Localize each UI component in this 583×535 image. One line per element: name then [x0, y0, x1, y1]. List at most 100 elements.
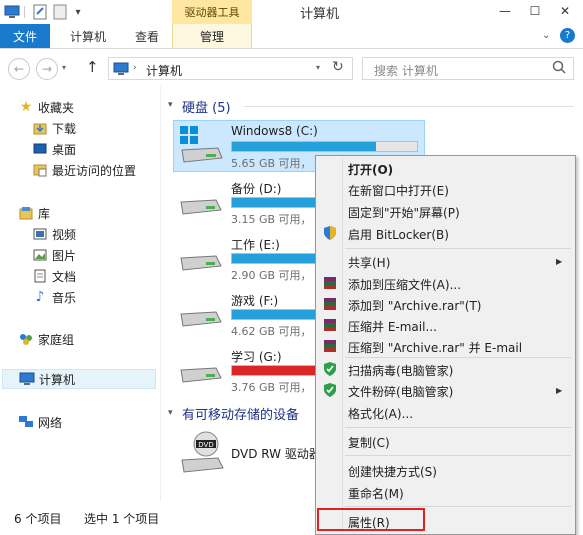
computer-small-icon [113, 62, 129, 79]
drive-g-free: 3.76 GB 可用， [231, 381, 312, 394]
svg-text:DVD: DVD [198, 441, 213, 449]
dvd-drive-icon: DVD [180, 430, 224, 477]
winrar-icon [322, 296, 338, 312]
nav-music[interactable]: ♪ 音乐 [32, 287, 76, 307]
nav-favorites[interactable]: ★ 收藏夹 [18, 97, 74, 117]
collapse-chevron-icon[interactable]: ▾ [168, 100, 173, 110]
collapse-chevron-icon[interactable]: ▾ [168, 408, 173, 418]
network-icon [18, 414, 34, 430]
maximize-button[interactable]: ☐ [520, 0, 550, 22]
drive-d-icon [178, 192, 224, 223]
nav-label: 图片 [52, 248, 77, 263]
forward-button[interactable]: → [36, 58, 58, 80]
menu-format[interactable]: 格式化(A)... [348, 405, 413, 422]
menu-scan-virus[interactable]: 扫描病毒(电脑管家) [348, 362, 453, 379]
menu-compress-rar-email[interactable]: 压缩到 "Archive.rar" 并 E-mail [348, 339, 522, 356]
winrar-icon [322, 275, 338, 291]
menu-add-archive[interactable]: 添加到压缩文件(A)... [348, 276, 461, 293]
library-icon [18, 205, 34, 221]
nav-recent[interactable]: 最近访问的位置 [32, 160, 136, 180]
drive-c-icon [178, 124, 224, 169]
properties-icon[interactable] [32, 4, 48, 20]
menu-open[interactable]: 打开(O) [348, 161, 393, 178]
nav-label: 网络 [38, 415, 63, 430]
nav-computer[interactable]: 计算机 [2, 369, 156, 389]
window-title: 计算机 [300, 7, 340, 22]
recent-locations-icon[interactable]: ▾ [62, 63, 66, 72]
menu-create-shortcut[interactable]: 创建快捷方式(S) [348, 463, 437, 480]
tab-computer[interactable]: 计算机 [60, 24, 116, 48]
refresh-icon[interactable]: ↻ [332, 59, 344, 75]
menu-add-archive-rar[interactable]: 添加到 "Archive.rar"(T) [348, 297, 481, 314]
menu-share[interactable]: 共享(H) [348, 254, 390, 271]
tab-view[interactable]: 查看 [122, 24, 172, 48]
nav-downloads[interactable]: 下载 [32, 118, 76, 138]
submenu-arrow-icon: ▶ [556, 386, 563, 395]
group-header-removable[interactable]: 有可移动存储的设备 [182, 404, 315, 423]
drive-f-name[interactable]: 游戏 (F:) [231, 292, 278, 309]
nav-libraries[interactable]: 库 [18, 203, 50, 223]
tab-manage[interactable]: 管理 [172, 24, 252, 48]
nav-label: 下载 [52, 121, 77, 136]
menu-copy[interactable]: 复制(C) [348, 434, 390, 451]
up-arrow-icon[interactable]: ↑ [86, 58, 99, 76]
nav-homegroup[interactable]: 家庭组 [18, 329, 74, 349]
nav-videos[interactable]: 视频 [32, 224, 76, 244]
menu-pin-start[interactable]: 固定到"开始"屏幕(P) [348, 204, 460, 221]
drive-c-free: 5.65 GB 可用， [231, 157, 312, 170]
drive-f-icon [178, 304, 224, 335]
picture-icon [32, 247, 48, 263]
menu-separator [345, 357, 571, 358]
drive-g-icon [178, 360, 224, 391]
close-button[interactable]: ✕ [550, 0, 580, 22]
status-selected: 选中 1 个项目 [84, 512, 160, 526]
nav-label: 桌面 [52, 142, 77, 157]
downloads-icon [32, 120, 48, 136]
winrar-icon [322, 317, 338, 333]
menu-shred[interactable]: 文件粉碎(电脑管家) [348, 383, 453, 400]
search-placeholder: 搜索 计算机 [374, 64, 438, 78]
back-button[interactable]: ← [8, 58, 30, 80]
nav-documents[interactable]: 文档 [32, 266, 76, 286]
recent-places-icon [32, 162, 48, 178]
search-icon[interactable] [552, 60, 566, 77]
drive-e-free: 2.90 GB 可用， [231, 269, 312, 282]
menu-separator [345, 455, 571, 456]
document-icon [32, 268, 48, 284]
breadcrumb-chevron-icon[interactable]: › [133, 63, 137, 73]
tab-file[interactable]: 文件 [0, 24, 50, 48]
drive-tools-context-tab: 驱动器工具 [172, 0, 252, 24]
menu-rename[interactable]: 重命名(M) [348, 485, 404, 502]
breadcrumb[interactable]: 计算机 [146, 62, 182, 79]
pc-manager-icon [322, 361, 338, 377]
nav-label: 家庭组 [38, 332, 75, 347]
music-icon: ♪ [35, 289, 45, 305]
pc-manager-icon [322, 382, 338, 398]
nav-network[interactable]: 网络 [18, 412, 62, 432]
nav-label: 文档 [52, 269, 77, 284]
menu-bitlocker[interactable]: 启用 BitLocker(B) [348, 226, 449, 243]
address-dropdown-icon[interactable]: ▾ [316, 63, 320, 72]
menu-separator [345, 248, 571, 249]
drive-c-name: Windows8 (C:) [231, 124, 318, 138]
help-icon[interactable]: ? [560, 28, 575, 43]
nav-label: 最近访问的位置 [52, 163, 137, 178]
menu-compress-email[interactable]: 压缩并 E-mail... [348, 318, 437, 335]
quick-access-dropdown-icon[interactable]: ▾ [70, 4, 86, 20]
drive-g-name[interactable]: 学习 (G:) [231, 348, 282, 365]
dvd-drive-name[interactable]: DVD RW 驱动器 [231, 445, 315, 462]
nav-pictures[interactable]: 图片 [32, 245, 76, 265]
new-folder-icon[interactable] [52, 4, 68, 20]
nav-desktop[interactable]: 桌面 [32, 139, 76, 159]
group-header-hdd[interactable]: 硬盘 (5) [182, 97, 231, 116]
group-divider [244, 106, 574, 107]
ribbon-expand-icon[interactable]: ⌄ [542, 30, 550, 41]
minimize-button[interactable]: — [490, 0, 520, 22]
menu-separator [345, 427, 571, 428]
drive-d-name[interactable]: 备份 (D:) [231, 180, 281, 197]
drive-e-name[interactable]: 工作 (E:) [231, 236, 280, 253]
pane-divider [160, 86, 161, 501]
menu-open-new-window[interactable]: 在新窗口中打开(E) [348, 182, 449, 199]
qat-divider [24, 6, 25, 18]
nav-label: 音乐 [52, 290, 77, 305]
